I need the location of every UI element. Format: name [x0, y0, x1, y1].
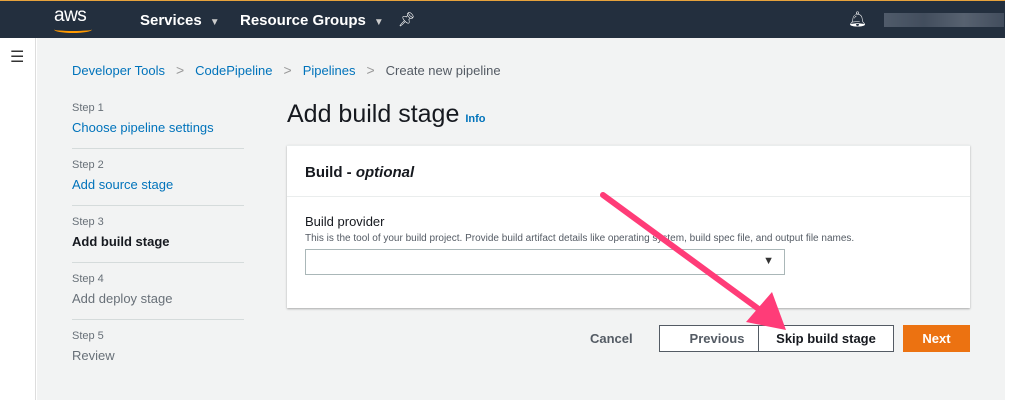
step-label: Review: [72, 348, 115, 363]
caret-down-icon: ▼: [763, 255, 774, 267]
step-link[interactable]: Add source stage: [72, 177, 244, 192]
step-1: Step 1 Choose pipeline settings: [72, 102, 244, 149]
sidebar: ☰: [0, 38, 36, 400]
aws-smile-icon: [54, 26, 92, 33]
chevron-down-icon: ▼: [373, 17, 384, 28]
step-number: Step 1: [72, 102, 104, 114]
step-link[interactable]: Choose pipeline settings: [72, 120, 244, 135]
wizard-steps: Step 1 Choose pipeline settings Step 2 Add…: [72, 102, 244, 387]
breadcrumb: Developer Tools > CodePipeline > Pipelines > C…: [72, 62, 501, 78]
build-panel: Build - optional Build provider This is …: [287, 145, 970, 308]
step-4: Step 4 Add deploy stage: [72, 273, 244, 320]
hamburger-menu-icon[interactable]: ☰: [10, 47, 24, 67]
top-nav: aws Services ▼ Resource Groups ▼ 📌︎ 🔔︎: [0, 0, 1005, 38]
bell-icon[interactable]: 🔔︎: [848, 10, 867, 28]
skip-build-stage-button[interactable]: Skip build stage: [758, 325, 894, 352]
step-current: Add build stage: [72, 234, 170, 249]
step-2: Step 2 Add source stage: [72, 159, 244, 206]
step-5: Step 5 Review: [72, 330, 244, 377]
chevron-right-icon: >: [283, 62, 292, 78]
panel-title: Build -: [305, 164, 356, 181]
step-number: Step 4: [72, 273, 104, 285]
panel-header: Build - optional: [287, 146, 970, 197]
chevron-down-icon: ▼: [209, 17, 220, 28]
next-button[interactable]: Next: [903, 325, 970, 352]
cancel-button[interactable]: Cancel: [590, 331, 633, 346]
resource-groups-menu[interactable]: Resource Groups ▼: [240, 12, 384, 29]
step-3: Step 3 Add build stage: [72, 216, 244, 263]
chevron-right-icon: >: [175, 62, 185, 78]
build-provider-select[interactable]: ▼: [305, 249, 785, 275]
account-menu-redacted[interactable]: [884, 13, 1004, 27]
step-number: Step 5: [72, 330, 104, 342]
aws-logo[interactable]: aws: [54, 5, 87, 27]
info-link[interactable]: Info: [465, 113, 485, 125]
page-title-text: Add build stage: [287, 100, 460, 128]
breadcrumb-developer-tools[interactable]: Developer Tools: [72, 63, 165, 78]
services-menu[interactable]: Services ▼: [140, 12, 220, 29]
services-label: Services: [140, 12, 202, 29]
pin-icon[interactable]: 📌︎: [398, 11, 416, 28]
breadcrumb-codepipeline[interactable]: CodePipeline: [195, 63, 272, 78]
build-provider-label: Build provider: [305, 214, 385, 229]
build-provider-description: This is the tool of your build project. …: [305, 233, 855, 244]
panel-title-optional: optional: [355, 164, 415, 181]
breadcrumb-pipelines[interactable]: Pipelines: [303, 63, 356, 78]
step-number: Step 3: [72, 216, 104, 228]
page-title: Add build stage Info: [287, 100, 486, 129]
breadcrumb-current: Create new pipeline: [385, 63, 501, 78]
step-label: Add deploy stage: [72, 291, 173, 306]
chevron-right-icon: >: [366, 62, 375, 78]
main-content: Developer Tools > CodePipeline > Pipelines > C…: [37, 38, 1005, 400]
resource-groups-label: Resource Groups: [240, 12, 366, 29]
step-number: Step 2: [72, 159, 104, 171]
